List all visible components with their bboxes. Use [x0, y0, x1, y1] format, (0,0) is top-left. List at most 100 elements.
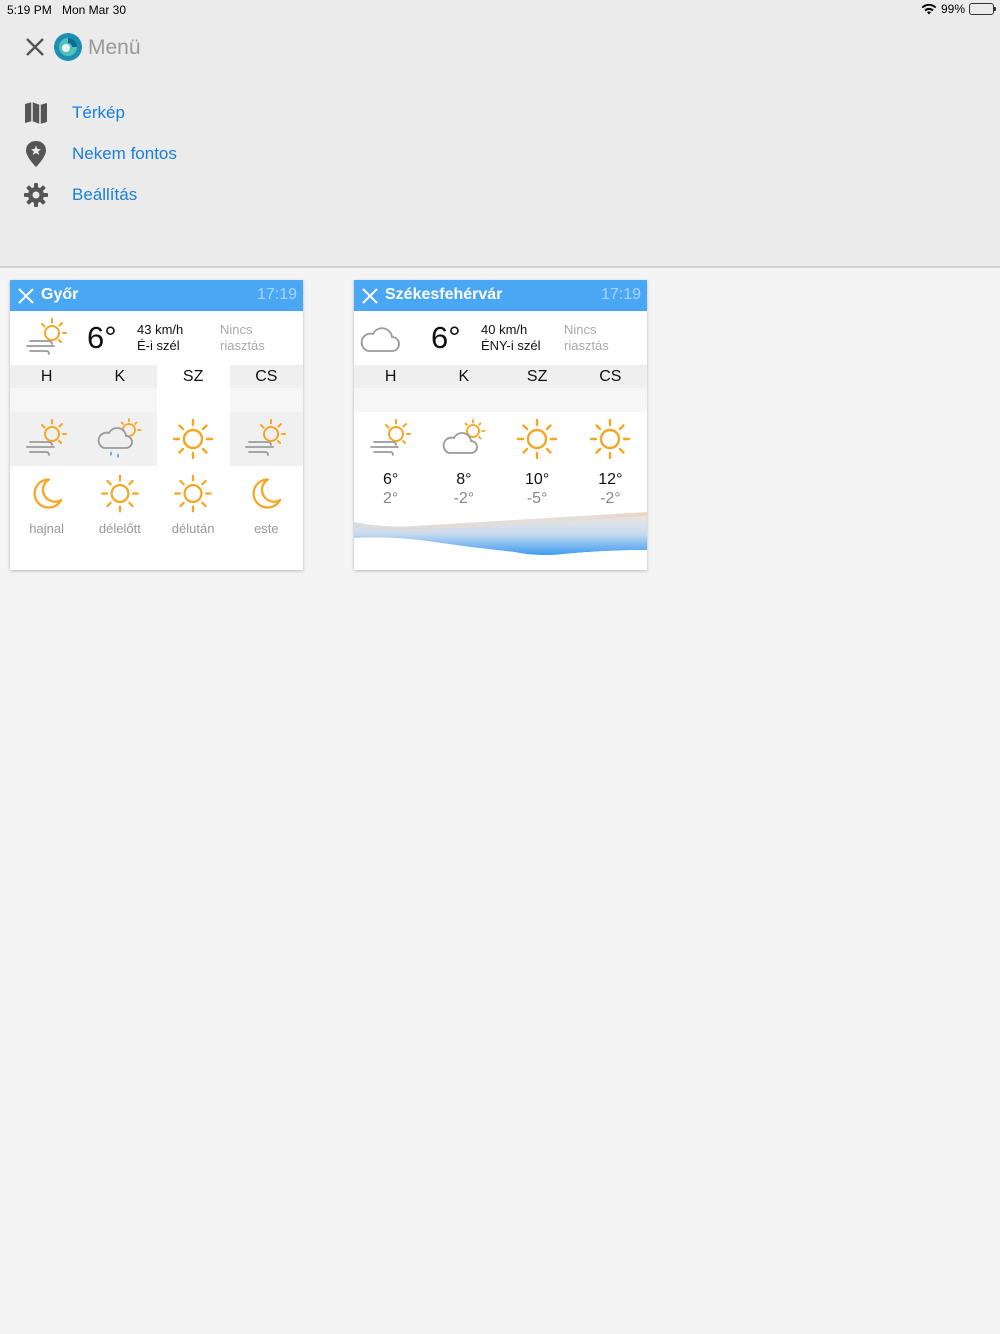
day-label: CS: [599, 368, 622, 385]
current-temp: 6°: [431, 320, 461, 355]
alert-line-2: riasztás: [564, 338, 609, 353]
menu-item-terkep[interactable]: Térkép: [20, 96, 125, 130]
day-label: SZ: [526, 368, 548, 385]
menu-item-label: Nekem fontos: [72, 144, 177, 163]
high-temp: 10°: [525, 471, 550, 488]
wind-direction: ÉNY-i szél: [481, 338, 541, 353]
weather-card-szekesfehervar[interactable]: Székesfehérvár 17:19 6° 40 km/h ÉNY-i sz…: [354, 280, 647, 570]
low-temp: -2°: [453, 490, 475, 507]
windy-sun-icon: [25, 419, 67, 456]
status-date: Mon Mar 30: [62, 3, 127, 17]
sun-icon: [100, 474, 139, 513]
day-cell: [354, 412, 428, 466]
high-temp: 12°: [598, 471, 623, 488]
moon-icon: [252, 478, 282, 509]
day-header-row: H K SZ CS: [10, 365, 303, 388]
day-cell: [573, 412, 647, 466]
day-label: K: [114, 368, 126, 385]
sun-icon: [172, 418, 214, 460]
alert-line-2: riasztás: [220, 338, 265, 353]
weather-card-gyor[interactable]: Győr 17:19 6° 43 km/h É-i szél Nincs ria…: [10, 280, 303, 570]
day-label: H: [40, 368, 53, 385]
battery-percent: 99%: [940, 2, 965, 16]
menu-panel: 5:19 PM Mon Mar 30 99% Menü Térkép Nekem…: [0, 0, 1000, 268]
city-name: Győr: [41, 286, 79, 303]
wind-info: 40 km/h ÉNY-i szél: [481, 322, 540, 354]
period-row: hajnal délelőtt délután este: [10, 466, 303, 536]
period-label: este: [254, 521, 279, 536]
day-spacer-row: [354, 388, 647, 412]
period-cell: este: [230, 466, 303, 536]
period-cell: délután: [157, 466, 230, 536]
windy-sun-icon: [369, 419, 411, 456]
day-cell: [427, 412, 501, 466]
day-cell: [500, 412, 574, 466]
period-cell: délelőtt: [83, 466, 156, 536]
day-label: CS: [255, 368, 278, 385]
battery-icon: [969, 3, 996, 15]
period-label: hajnal: [29, 521, 64, 536]
low-temp: 2°: [382, 490, 399, 507]
card-header: Székesfehérvár 17:19: [354, 280, 647, 311]
menu-title: Menü: [88, 36, 141, 59]
menu-item-label: Térkép: [72, 103, 125, 122]
close-icon[interactable]: [16, 286, 36, 306]
period-label: délután: [171, 521, 215, 536]
temp-cell: 10° -5°: [501, 466, 574, 516]
day-cell: [10, 412, 84, 466]
wind-direction: É-i szél: [137, 338, 180, 353]
day-header-row: H K SZ CS: [354, 365, 647, 388]
day-label: SZ: [156, 365, 230, 388]
cloud-icon: [360, 327, 400, 352]
day-cell: [229, 412, 303, 466]
high-temp: 6°: [382, 471, 399, 488]
day-icon-row: [10, 412, 303, 466]
city-name: Székesfehérvár: [385, 286, 503, 303]
day-cell: [83, 412, 157, 466]
current-temp: 6°: [87, 320, 117, 355]
rain-sun-icon: [97, 418, 142, 459]
menu-item-label: Beállítás: [72, 185, 138, 204]
status-right: 99%: [921, 2, 996, 16]
alert-status: Nincs riasztás: [220, 322, 265, 354]
alert-line-1: Nincs: [564, 322, 597, 337]
alert-status: Nincs riasztás: [564, 322, 609, 354]
low-temp: -2°: [600, 490, 621, 507]
gear-icon: [20, 180, 52, 210]
temp-cell: 8° -2°: [427, 466, 500, 516]
sun-icon: [590, 418, 631, 460]
wind-speed: 43 km/h: [137, 322, 184, 337]
close-icon[interactable]: [360, 286, 380, 306]
status-time: 5:19 PM: [7, 3, 52, 17]
day-cell: [156, 412, 230, 466]
menu-item-beallitas[interactable]: Beállítás: [20, 178, 137, 212]
card-header: Győr 17:19: [10, 280, 303, 311]
moon-icon: [33, 478, 62, 509]
temp-cell: 6° 2°: [354, 466, 427, 516]
day-icon-row: [354, 412, 647, 466]
day-label: K: [458, 368, 470, 385]
pin-star-icon: [20, 139, 52, 169]
map-icon: [20, 98, 52, 128]
period-cell: hajnal: [10, 466, 83, 536]
current-weather: 6° 40 km/h ÉNY-i szél Nincs riasztás: [354, 311, 647, 365]
wind-speed: 40 km/h: [481, 322, 528, 337]
sun-icon: [174, 474, 213, 513]
low-temp: -5°: [526, 490, 548, 507]
cloud-sun-icon: [442, 419, 486, 454]
high-temp: 8°: [456, 471, 472, 488]
status-bar: 5:19 PM Mon Mar 30 99%: [0, 0, 1000, 22]
windy-sun-icon: [26, 318, 67, 355]
app-logo-icon: [54, 33, 82, 61]
update-time: 17:19: [256, 286, 297, 303]
temp-cell: 12° -2°: [574, 466, 647, 516]
temperature-wave-graphic: [354, 512, 647, 570]
menu-item-nekem-fontos[interactable]: Nekem fontos: [20, 137, 177, 171]
alert-line-1: Nincs: [220, 322, 253, 337]
close-icon[interactable]: [22, 34, 48, 60]
day-label: H: [384, 368, 397, 385]
wifi-icon: [921, 3, 937, 15]
wind-info: 43 km/h É-i szél: [137, 322, 183, 354]
windy-sun-icon: [245, 419, 287, 456]
current-weather: 6° 43 km/h É-i szél Nincs riasztás: [10, 311, 303, 365]
